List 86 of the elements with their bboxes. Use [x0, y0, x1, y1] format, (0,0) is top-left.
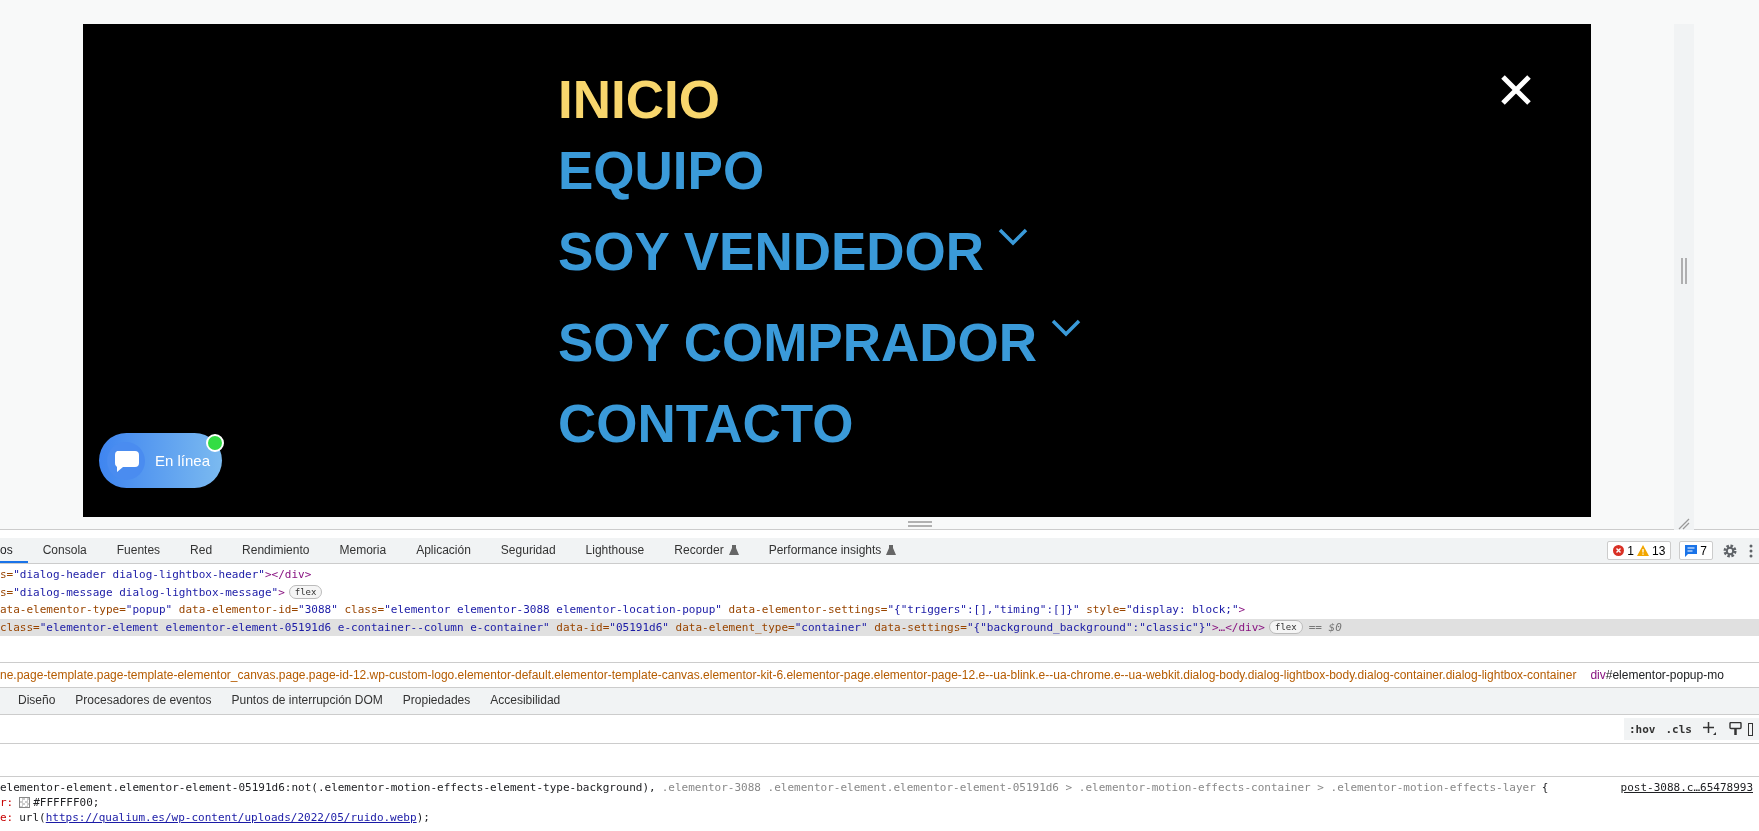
markup-token: data-elementor-settings=	[727, 603, 888, 617]
chevron-down-icon[interactable]	[1051, 319, 1082, 337]
markup-token: "dialog-header dialog-lightbox-header"	[13, 568, 265, 582]
url-link[interactable]: https://qualium.es/wp-content/uploads/2022/05/ruido.webp	[45, 811, 417, 824]
markup-token: "elementor elementor-3088 elementor-location-popup"	[384, 603, 722, 617]
warning-count: 13	[1651, 543, 1666, 558]
devtools-tab[interactable]: Aplicación	[401, 538, 486, 563]
devtools-tab[interactable]: Recorder	[659, 538, 754, 563]
more-options-icon[interactable]	[1749, 543, 1753, 558]
markup-token: class=	[343, 603, 385, 617]
selected-node-marker: == $0	[1308, 620, 1342, 634]
markup-token: data-settings=	[873, 620, 967, 634]
css-selector: {	[1541, 780, 1549, 794]
panel-tab[interactable]: Diseño	[8, 688, 66, 714]
markup-token: s=	[0, 568, 14, 582]
markup-token: >	[1238, 603, 1246, 617]
markup-token: "elementor-element elementor-element-05191d6 e-container--column e-container"	[39, 620, 550, 634]
css-selector: elementor-element.elementor-element-05191d6:not(.elementor-motion-effects-element-type-background),	[0, 780, 656, 794]
message-icon	[1685, 544, 1698, 557]
breadcrumb-item[interactable]: ne.page-template.page-template-elementor_canvas.page.page-id-12.wp-custom-logo.elementor-default.elementor-template-canvas.elementor-kit-6.elementor-page.elementor-page-12.e--ua-blink.e--ua-chrome.e--ua-webkit.dialog-body.dialog-lightbox-body.dialog-container.dialog-lightbox-container	[0, 668, 1577, 682]
markup-token: "3088"	[298, 603, 338, 617]
markup-token: "05191d6"	[609, 620, 669, 634]
devtools-tab[interactable]: os	[0, 538, 28, 563]
menu-link[interactable]: SOY COMPRADOR	[558, 297, 1082, 388]
messages-counter[interactable]: 7	[1679, 541, 1713, 560]
plus-icon[interactable]	[1703, 722, 1717, 736]
markup-token: data-element_type=	[674, 620, 795, 634]
css-property: r:	[0, 796, 14, 809]
error-count: 1	[1627, 543, 1634, 558]
flex-badge[interactable]: flex	[288, 585, 323, 600]
menu-link[interactable]: INICIO	[558, 64, 720, 135]
paint-brush-icon[interactable]	[1729, 722, 1742, 736]
markup-token: class=	[0, 620, 40, 634]
devtools-tab[interactable]: Fuentes	[101, 538, 176, 563]
warning-icon	[1636, 545, 1649, 556]
flask-icon	[728, 544, 739, 555]
close-icon[interactable]	[1500, 74, 1532, 106]
breadcrumb-item[interactable]: div#elementor-popup-mo	[1590, 668, 1724, 682]
markup-token: "container"	[794, 620, 868, 634]
panel-tab[interactable]: Accesibilidad	[480, 688, 571, 714]
resize-handle-icon[interactable]	[908, 520, 932, 527]
menu-link[interactable]: EQUIPO	[558, 135, 765, 206]
markup-token: >	[278, 585, 285, 599]
markup-token: data-id=	[555, 620, 610, 634]
flask-icon	[886, 544, 897, 555]
markup-token: "dialog-message dialog-lightbox-message"	[13, 585, 279, 599]
issues-counter[interactable]: 1 13	[1607, 541, 1672, 560]
devtools-tab[interactable]: Consola	[27, 538, 102, 563]
error-icon	[1613, 545, 1625, 556]
dom-node-line[interactable]: ata-elementor-type="popup" data-elementor-id="3088" class="elementor elementor-3088 elementor-location-popup" data-elementor-settings="{"triggers":[],"timing":[]}" style="display: block;">	[0, 601, 1759, 619]
css-value: #FFFFFF00;	[33, 796, 100, 809]
chat-bubble-icon	[113, 448, 139, 473]
flex-badge[interactable]: flex	[1269, 620, 1303, 635]
panel-tab[interactable]: Procesadores de eventos	[65, 688, 222, 714]
sidebar-toggle-icon[interactable]	[1748, 722, 1753, 736]
devtools-tab[interactable]: Memoria	[324, 538, 402, 563]
markup-token: "display: block;"	[1125, 603, 1239, 617]
color-swatch[interactable]	[19, 797, 31, 808]
chevron-down-icon[interactable]	[998, 228, 1029, 246]
dom-node-line[interactable]: s="dialog-message dialog-lightbox-message"> flex	[0, 583, 1759, 601]
markup-token: style=	[1085, 603, 1126, 617]
resize-handle-icon[interactable]	[1681, 258, 1687, 284]
panel-tab[interactable]: Puntos de interrupción DOM	[221, 688, 393, 714]
settings-icon[interactable]	[1723, 543, 1737, 558]
markup-token: "popup"	[125, 603, 173, 617]
css-property: e:	[0, 811, 14, 824]
markup-token: ata-elementor-type=	[0, 603, 126, 617]
css-value: url(	[19, 811, 46, 824]
markup-token: "{"background_background":"classic"}"	[966, 620, 1212, 634]
css-value: );	[416, 811, 430, 824]
menu-link[interactable]: SOY VENDEDOR	[558, 206, 1029, 297]
markup-token: >…</div>	[1212, 620, 1265, 634]
devtools-tab[interactable]: Red	[175, 538, 228, 563]
devtools-tab[interactable]: Rendimiento	[227, 538, 325, 563]
panel-tab[interactable]: Propiedades	[392, 688, 481, 714]
devtools-tab[interactable]: Lighthouse	[570, 538, 660, 563]
resize-corner-icon[interactable]	[1678, 518, 1690, 530]
markup-token: data-elementor-id=	[177, 603, 299, 617]
css-selector: .elementor-3088 .elementor-element.elementor-element-05191d6 > .elementor-motion-effects-container > .elementor-motion-effects-layer	[661, 780, 1536, 794]
menu-link[interactable]: CONTACTO	[558, 388, 854, 459]
markup-token: "{"triggers":[],"timing":[]}"	[887, 603, 1080, 617]
devtools-tab[interactable]: Performance insights	[753, 538, 912, 563]
dom-node-line[interactable]: s="dialog-header dialog-lightbox-header"></div>	[0, 566, 1759, 584]
devtools-tab[interactable]: Seguridad	[485, 538, 571, 563]
markup-token: ></div>	[264, 568, 312, 582]
markup-token: s=	[0, 585, 14, 599]
